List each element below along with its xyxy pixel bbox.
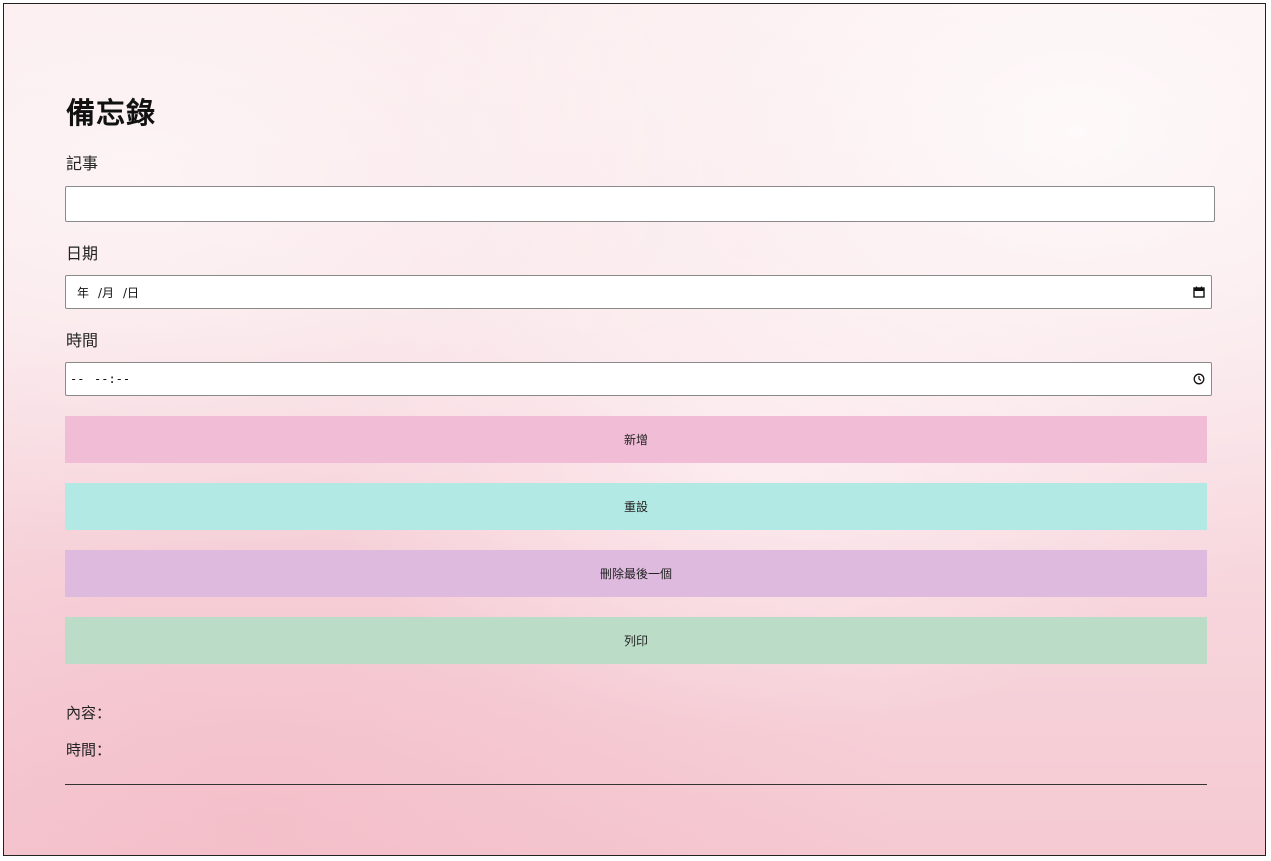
date-year-segment[interactable]: 年	[77, 276, 89, 308]
output-divider	[65, 784, 1207, 785]
add-button[interactable]: 新增	[65, 416, 1207, 463]
page-title: 備忘錄	[66, 96, 157, 130]
note-field-wrapper	[65, 186, 1215, 222]
time-input[interactable]: -- --:--	[65, 362, 1212, 396]
reset-button[interactable]: 重設	[65, 483, 1207, 530]
note-input[interactable]	[66, 187, 1214, 221]
delete-last-button[interactable]: 刪除最後一個	[65, 550, 1207, 597]
print-button[interactable]: 列印	[65, 617, 1207, 664]
date-month-segment[interactable]: /月	[98, 276, 114, 308]
note-label: 記事	[66, 154, 99, 173]
date-input[interactable]: 年 /月 /日	[65, 275, 1212, 309]
calendar-icon[interactable]	[1193, 286, 1205, 298]
time-label: 時間	[66, 331, 99, 350]
output-content-label: 內容：	[66, 704, 112, 722]
output-time-label: 時間：	[66, 741, 112, 759]
time-clock-segment[interactable]: --:--	[94, 363, 130, 395]
clock-icon[interactable]	[1193, 373, 1205, 385]
date-label: 日期	[66, 244, 99, 263]
time-period-segment[interactable]: --	[70, 363, 84, 395]
date-day-segment[interactable]: /日	[123, 276, 139, 308]
memo-app-frame: 備忘錄 記事 日期 年 /月 /日 時間 -- --:-- 新增 重設 刪除最後…	[3, 3, 1266, 856]
